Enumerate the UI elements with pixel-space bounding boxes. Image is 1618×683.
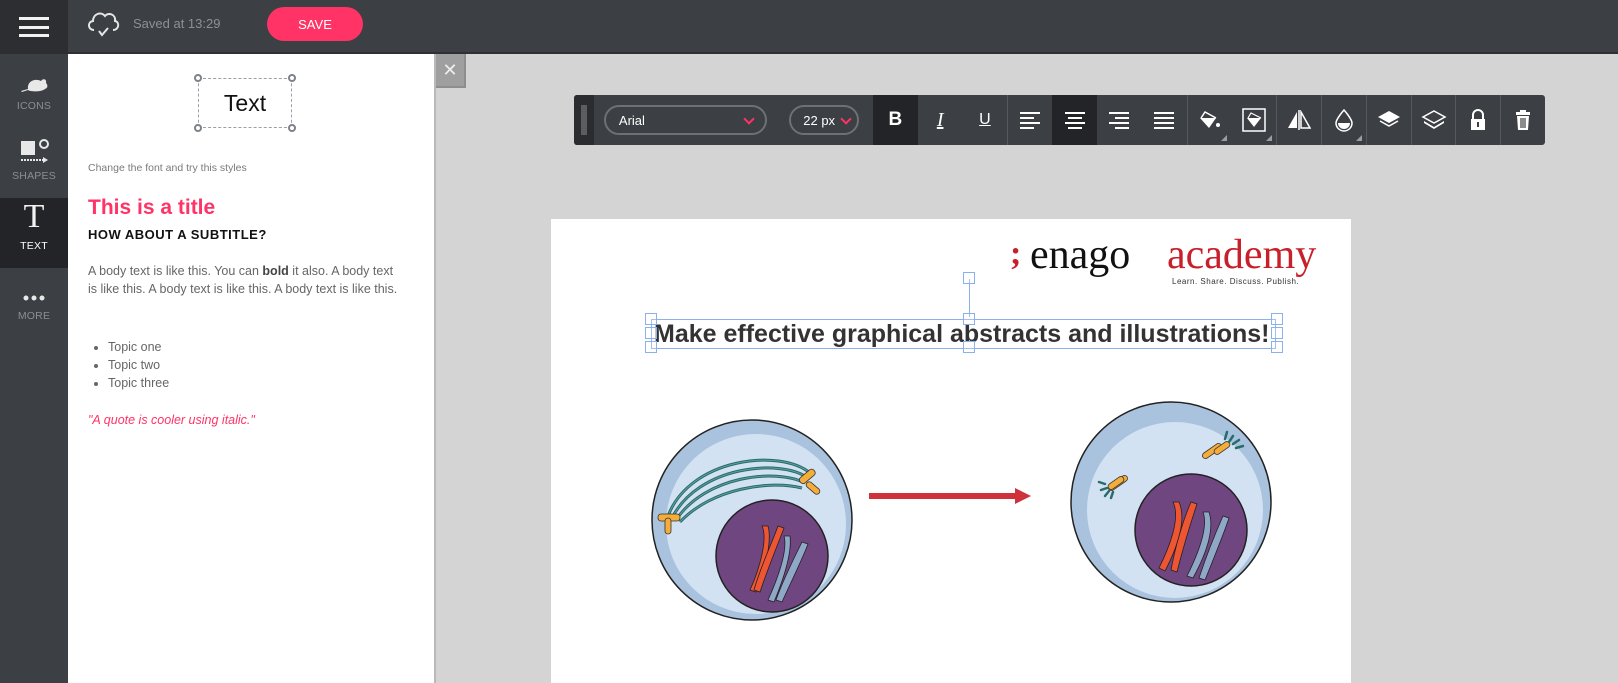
delete-button[interactable] [1500,95,1545,145]
resize-handle [194,124,202,132]
chevron-down-icon [840,113,852,125]
cloud-check-icon [88,12,120,37]
panel-hint: Change the font and try this styles [88,162,247,174]
opacity-button[interactable] [1320,95,1366,145]
quote-style[interactable]: "A quote is cooler using italic." [88,413,255,427]
italic-button[interactable]: I [918,95,963,145]
nav-item-more[interactable]: MORE [0,268,68,338]
resize-handle-mr[interactable] [1271,327,1283,339]
align-left-icon [1020,112,1041,129]
text-styles-panel: Text Change the font and try this styles… [68,54,436,683]
lock-button[interactable] [1455,95,1500,145]
close-x-icon: ✕ [442,59,458,80]
shapes-icon [19,128,49,164]
nav-item-shapes[interactable]: SHAPES [0,128,68,198]
hamburger-menu-icon [19,17,49,37]
align-center-button[interactable] [1052,95,1097,145]
rotate-handle[interactable] [963,272,975,284]
bold-icon: B [888,109,903,130]
fill-color-button[interactable] [1186,95,1232,145]
background-fill-icon [1242,108,1266,132]
list-style[interactable]: Topic one Topic two Topic three [108,338,169,392]
align-center-icon [1064,112,1085,129]
resize-handle-bl[interactable] [645,341,657,353]
red-arrow [869,488,1031,504]
underline-icon: U [979,111,991,128]
logo-tagline: Learn. Share. Discuss. Publish. [1172,277,1300,286]
bring-forward-button[interactable] [1365,95,1411,145]
bold-button[interactable]: B [872,95,918,145]
toolbar-drag-handle[interactable] [574,95,594,145]
subtitle-style[interactable]: HOW ABOUT A SUBTITLE? [88,227,267,242]
resize-handle-ml[interactable] [645,327,657,339]
flip-button[interactable] [1276,95,1321,145]
mouse-icon [19,58,49,94]
trash-icon [1516,110,1531,130]
text-toolbar: Arial 22 px B I U [574,95,1545,145]
resize-handle-bm[interactable] [963,341,975,353]
align-right-button[interactable] [1097,95,1142,145]
rotation-line [969,279,970,317]
align-justify-icon [1154,112,1175,129]
title-style[interactable]: This is a title [88,196,215,220]
body-style[interactable]: A body text is like this. You can bold i… [88,262,398,298]
more-dots-icon [22,268,46,304]
top-bar: Saved at 13:29 SAVE [0,0,1618,54]
saved-status: Saved at 13:29 [133,16,221,31]
logo-brand: enago [1030,232,1131,278]
nav-item-icons[interactable]: ICONS [0,58,68,128]
resize-handle [194,74,202,82]
nav-item-text[interactable]: T TEXT [0,198,68,268]
text-t-icon: T [23,198,45,235]
resize-handle-br[interactable] [1271,341,1283,353]
send-backward-button[interactable] [1410,95,1456,145]
list-item: Topic two [108,356,169,374]
opacity-drop-icon [1335,108,1353,132]
resize-handle [288,74,296,82]
save-button[interactable]: SAVE [267,7,363,41]
flip-horizontal-icon [1288,110,1312,130]
left-nav: ICONS SHAPES T TEXT MORE [0,54,68,683]
layer-up-icon [1377,111,1400,127]
align-right-icon [1109,112,1130,129]
design-canvas[interactable]: ; enago academy Learn. Share. Discuss. P… [551,219,1351,683]
chevron-down-icon [743,113,755,125]
enago-academy-logo[interactable]: ; enago academy Learn. Share. Discuss. P… [1010,229,1330,289]
resize-handle-tr[interactable] [1271,313,1283,325]
font-size-select[interactable]: 22 px [789,105,860,135]
underline-button[interactable]: U [963,95,1008,145]
menu-button[interactable] [0,0,68,54]
cell-with-centrosomes[interactable] [1069,400,1273,604]
layer-down-icon [1420,110,1447,129]
list-item: Topic three [108,374,169,392]
cell-with-spindle-fibers[interactable] [650,418,854,622]
list-item: Topic one [108,338,169,356]
close-panel-button[interactable]: ✕ [436,54,466,88]
resize-handle-tl[interactable] [645,313,657,325]
lock-icon [1471,109,1486,130]
paint-bucket-icon [1200,111,1221,128]
logo-brand-suffix: academy [1167,232,1317,278]
logo-mark: ; [1010,235,1022,272]
italic-icon: I [936,108,944,131]
add-text-sample[interactable]: Text [198,78,292,128]
font-family-select[interactable]: Arial [603,105,768,135]
align-left-button[interactable] [1007,95,1052,145]
resize-handle [288,124,296,132]
resize-handle-tm[interactable] [963,313,975,325]
justify-button[interactable] [1142,95,1187,145]
background-color-button[interactable] [1231,95,1276,145]
